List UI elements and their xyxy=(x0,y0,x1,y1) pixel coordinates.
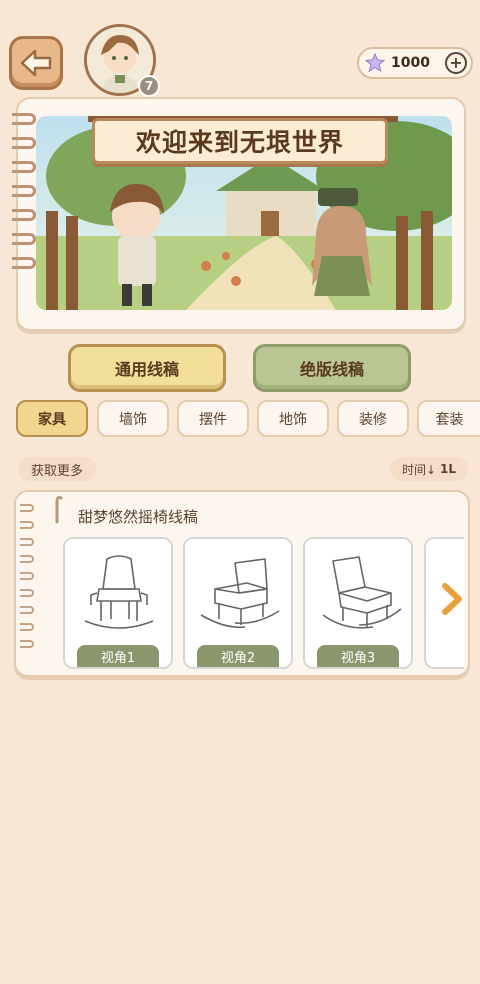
view-label-3: 视角3 xyxy=(317,645,399,667)
sort-button[interactable]: 时间↓ 1L xyxy=(390,457,468,481)
back-button[interactable] xyxy=(9,36,63,90)
rocking-chair-side-icon xyxy=(322,556,402,629)
view-card-2[interactable]: 视角2 xyxy=(183,537,293,669)
banner-title: 欢迎来到无垠世界 xyxy=(92,118,388,164)
currency-display: 1000 + xyxy=(357,47,473,79)
view-label-1: 视角1 xyxy=(77,645,159,667)
view-card-1[interactable]: 视角1 xyxy=(63,537,173,669)
chevron-right-icon xyxy=(442,583,462,615)
get-more-button[interactable]: 获取更多 xyxy=(18,457,96,481)
category-tab-renovation[interactable]: 装修 xyxy=(337,400,409,437)
next-view-button[interactable] xyxy=(436,583,468,615)
sort-label: 时间↓ xyxy=(401,462,437,477)
notebook-spiral xyxy=(12,113,38,281)
category-tab-sets[interactable]: 套装 xyxy=(417,400,480,437)
tab-general-sketch[interactable]: 通用线稿 xyxy=(68,344,226,392)
category-tab-ornaments[interactable]: 摆件 xyxy=(177,400,249,437)
pin-icon xyxy=(55,496,63,524)
star-gem-icon xyxy=(365,53,385,73)
item-title: 甜梦悠然摇椅线稿 xyxy=(78,508,199,526)
arrow-left-icon xyxy=(20,49,52,77)
category-tab-wall-decor[interactable]: 墙饰 xyxy=(97,400,169,437)
rocking-chair-angle-icon xyxy=(200,558,280,629)
tab-limited-sketch[interactable]: 绝版线稿 xyxy=(253,344,411,392)
add-currency-button[interactable]: + xyxy=(445,52,467,74)
view-label-2: 视角2 xyxy=(197,645,279,667)
category-tab-furniture[interactable]: 家具 xyxy=(16,400,88,437)
sort-order-icon: 1L xyxy=(440,462,457,476)
category-tab-floor-decor[interactable]: 地饰 xyxy=(257,400,329,437)
rocking-chair-front-icon xyxy=(84,555,154,629)
level-badge: 7 xyxy=(138,75,160,97)
view-card-3[interactable]: 视角3 xyxy=(303,537,413,669)
currency-amount: 1000 xyxy=(391,55,430,71)
card-spiral xyxy=(20,504,34,657)
